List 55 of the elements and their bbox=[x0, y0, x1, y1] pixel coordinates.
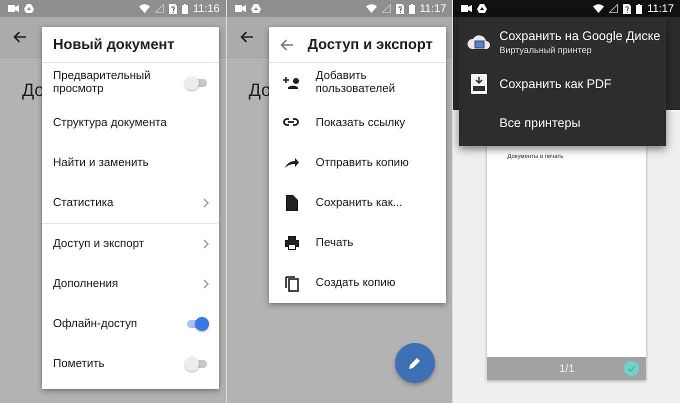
chevron-icon bbox=[203, 239, 209, 249]
menu-title: Доступ и экспорт bbox=[308, 36, 433, 52]
status-time: 11:17 bbox=[647, 2, 674, 14]
menu-item[interactable]: Пометить bbox=[42, 344, 219, 384]
sim-icon bbox=[396, 4, 404, 14]
menu-item[interactable]: Дополнения bbox=[42, 264, 219, 304]
signal-icon bbox=[382, 4, 391, 13]
status-time: 11:16 bbox=[192, 2, 220, 14]
menu-item[interactable]: Статистика bbox=[42, 183, 219, 223]
menu-item[interactable]: Сохранить как... bbox=[268, 183, 446, 223]
pdf-file-icon bbox=[471, 74, 488, 94]
pencil-icon bbox=[408, 356, 422, 370]
menu-item[interactable]: Найти и заменить bbox=[42, 143, 219, 183]
back-arrow-icon[interactable] bbox=[240, 31, 254, 43]
drive-icon bbox=[477, 4, 488, 13]
camera-icon bbox=[8, 5, 19, 12]
menu-item[interactable]: Добавить пользователей bbox=[268, 63, 446, 103]
printer-option[interactable]: Все принтеры bbox=[459, 103, 666, 142]
menu-item[interactable]: Офлайн-доступ bbox=[42, 304, 219, 344]
signal-icon bbox=[609, 4, 618, 13]
wifi-icon bbox=[366, 4, 377, 13]
back-arrow-icon[interactable] bbox=[280, 38, 294, 50]
cloud-printer-icon bbox=[467, 33, 492, 51]
sim-icon bbox=[623, 4, 632, 14]
printer-option[interactable]: Сохранить как PDF bbox=[459, 64, 666, 103]
camera-icon bbox=[461, 5, 472, 12]
edit-button[interactable] bbox=[394, 343, 435, 383]
battery-icon bbox=[636, 4, 642, 14]
menu-item[interactable]: Структура документа bbox=[42, 103, 219, 143]
signal-icon bbox=[154, 4, 164, 13]
chevron-icon bbox=[203, 279, 209, 289]
toggle-switch[interactable] bbox=[185, 357, 209, 371]
camera-icon bbox=[234, 5, 246, 12]
status-time: 11:17 bbox=[420, 2, 446, 14]
drive-icon bbox=[250, 4, 261, 13]
check-icon[interactable] bbox=[624, 361, 640, 376]
menu-item[interactable]: Создать копию bbox=[268, 263, 446, 303]
sim-icon bbox=[168, 4, 177, 14]
battery-icon bbox=[408, 4, 415, 14]
drive-icon bbox=[24, 4, 34, 13]
back-arrow-icon[interactable] bbox=[13, 31, 27, 43]
wifi-icon bbox=[138, 4, 150, 13]
printer-option[interactable]: Сохранить на Google Диске Виртуальный принтер bbox=[459, 20, 666, 64]
menu-item[interactable]: Отправить копию bbox=[268, 143, 446, 183]
toggle-switch[interactable] bbox=[185, 317, 209, 331]
wifi-icon bbox=[593, 4, 604, 13]
menu-item[interactable]: Доступ и экспорт bbox=[42, 224, 219, 264]
toggle-switch[interactable] bbox=[185, 76, 209, 90]
menu-item[interactable]: Предварительный просмотр bbox=[42, 63, 219, 103]
battery-icon bbox=[182, 4, 188, 14]
menu-title: Новый документ bbox=[53, 36, 174, 52]
page-number: 1/1 bbox=[559, 362, 574, 374]
chevron-icon bbox=[203, 198, 209, 208]
menu-item[interactable]: Показать ссылку bbox=[268, 103, 446, 143]
menu-item[interactable]: Печать bbox=[268, 223, 446, 263]
